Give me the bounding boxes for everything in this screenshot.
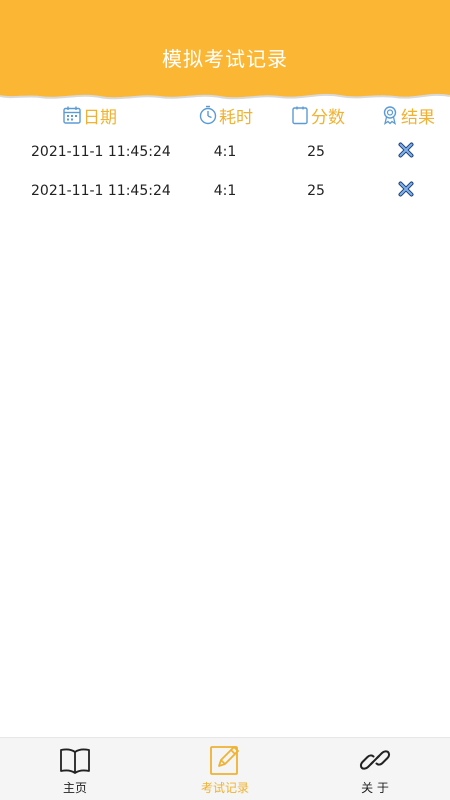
record-date: 2021-11-1 11:45:24 — [31, 183, 171, 199]
record-score: 25 — [307, 183, 325, 199]
tab-label-exam-records: 考试记录 — [200, 781, 249, 795]
record-duration: 4:1 — [213, 183, 237, 199]
pencil-note-icon — [210, 746, 239, 775]
record-row[interactable]: 2021-11-1 11:45:24 4:1 25 — [0, 180, 450, 204]
column-header-date: 日期 — [62, 102, 117, 128]
header-bar: 模拟考试记录 — [0, 0, 450, 104]
record-score: 25 — [307, 144, 325, 160]
book-icon — [60, 748, 90, 774]
column-header-result: 结果 — [380, 102, 435, 128]
medal-icon — [383, 106, 397, 125]
notepad-icon — [292, 106, 308, 125]
fail-x-icon — [398, 181, 414, 197]
fail-x-icon — [398, 142, 414, 158]
column-label-result: 结果 — [401, 107, 435, 128]
link-icon — [359, 750, 391, 770]
record-row[interactable]: 2021-11-1 11:45:24 4:1 25 — [0, 141, 450, 165]
bottom-tab-bar: 主页 考试记录 关 于 — [0, 737, 450, 800]
column-label-date: 日期 — [83, 107, 117, 128]
tab-home[interactable]: 主页 — [0, 738, 150, 800]
tab-label-home: 主页 — [62, 781, 87, 795]
tab-label-about: 关 于 — [361, 781, 389, 795]
page-title: 模拟考试记录 — [162, 47, 288, 71]
record-date: 2021-11-1 11:45:24 — [31, 144, 171, 160]
record-duration: 4:1 — [213, 144, 237, 160]
column-label-duration: 耗时 — [219, 107, 253, 128]
column-header-duration: 耗时 — [198, 102, 253, 128]
column-header-score: 分数 — [290, 102, 345, 128]
clock-icon — [199, 105, 217, 125]
calendar-icon — [63, 106, 81, 124]
tab-about[interactable]: 关 于 — [300, 738, 450, 800]
column-label-score: 分数 — [311, 107, 345, 128]
tab-exam-records[interactable]: 考试记录 — [150, 738, 300, 800]
